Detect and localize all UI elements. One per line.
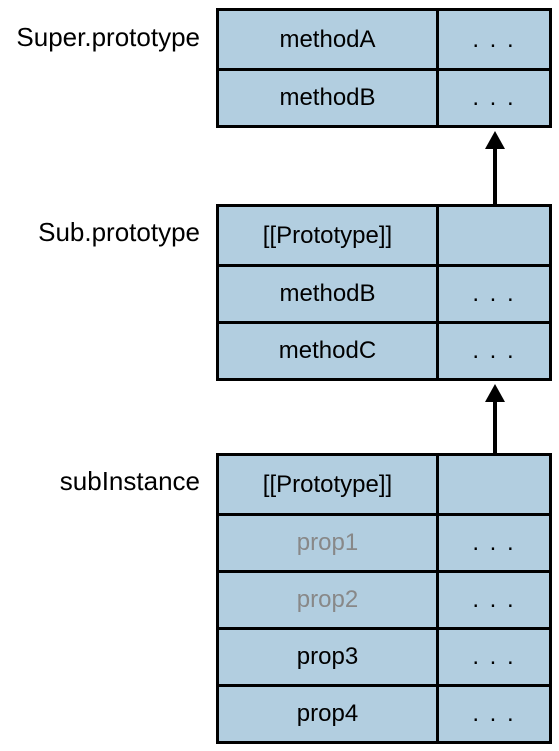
cell-key: methodA <box>219 11 439 68</box>
row-super-methoda: methodA . . . <box>219 11 549 68</box>
cell-val: . . . <box>439 11 549 68</box>
block-super-prototype: methodA . . . methodB . . . <box>216 8 552 128</box>
cell-val: . . . <box>439 630 549 684</box>
cell-key: [[Prototype]] <box>219 456 439 513</box>
cell-val: . . . <box>439 267 549 321</box>
row-sub-prototype-link: [[Prototype]] <box>219 207 549 264</box>
cell-val: . . . <box>439 71 549 125</box>
row-sub-methodc: methodC . . . <box>219 321 549 378</box>
label-sub-instance: subInstance <box>0 466 200 497</box>
cell-key: methodC <box>219 324 439 378</box>
label-sub-prototype: Sub.prototype <box>0 217 200 248</box>
row-instance-prop4: prop4 . . . <box>219 684 549 741</box>
cell-key: [[Prototype]] <box>219 207 439 264</box>
row-instance-prop1: prop1 . . . <box>219 513 549 570</box>
row-instance-prop3: prop3 . . . <box>219 627 549 684</box>
cell-val <box>439 207 549 264</box>
row-sub-methodb: methodB . . . <box>219 264 549 321</box>
cell-key: prop4 <box>219 687 439 741</box>
cell-val: . . . <box>439 687 549 741</box>
cell-key: methodB <box>219 267 439 321</box>
cell-key: methodB <box>219 71 439 125</box>
cell-val: . . . <box>439 516 549 570</box>
row-super-methodb: methodB . . . <box>219 68 549 125</box>
cell-val <box>439 456 549 513</box>
label-super-prototype: Super.prototype <box>0 22 200 53</box>
cell-key: prop3 <box>219 630 439 684</box>
cell-val: . . . <box>439 573 549 627</box>
cell-key: prop1 <box>219 516 439 570</box>
cell-key: prop2 <box>219 573 439 627</box>
row-instance-prop2: prop2 . . . <box>219 570 549 627</box>
block-sub-prototype: [[Prototype]] methodB . . . methodC . . … <box>216 204 552 381</box>
block-sub-instance: [[Prototype]] prop1 . . . prop2 . . . pr… <box>216 453 552 744</box>
cell-val: . . . <box>439 324 549 378</box>
row-instance-prototype-link: [[Prototype]] <box>219 456 549 513</box>
